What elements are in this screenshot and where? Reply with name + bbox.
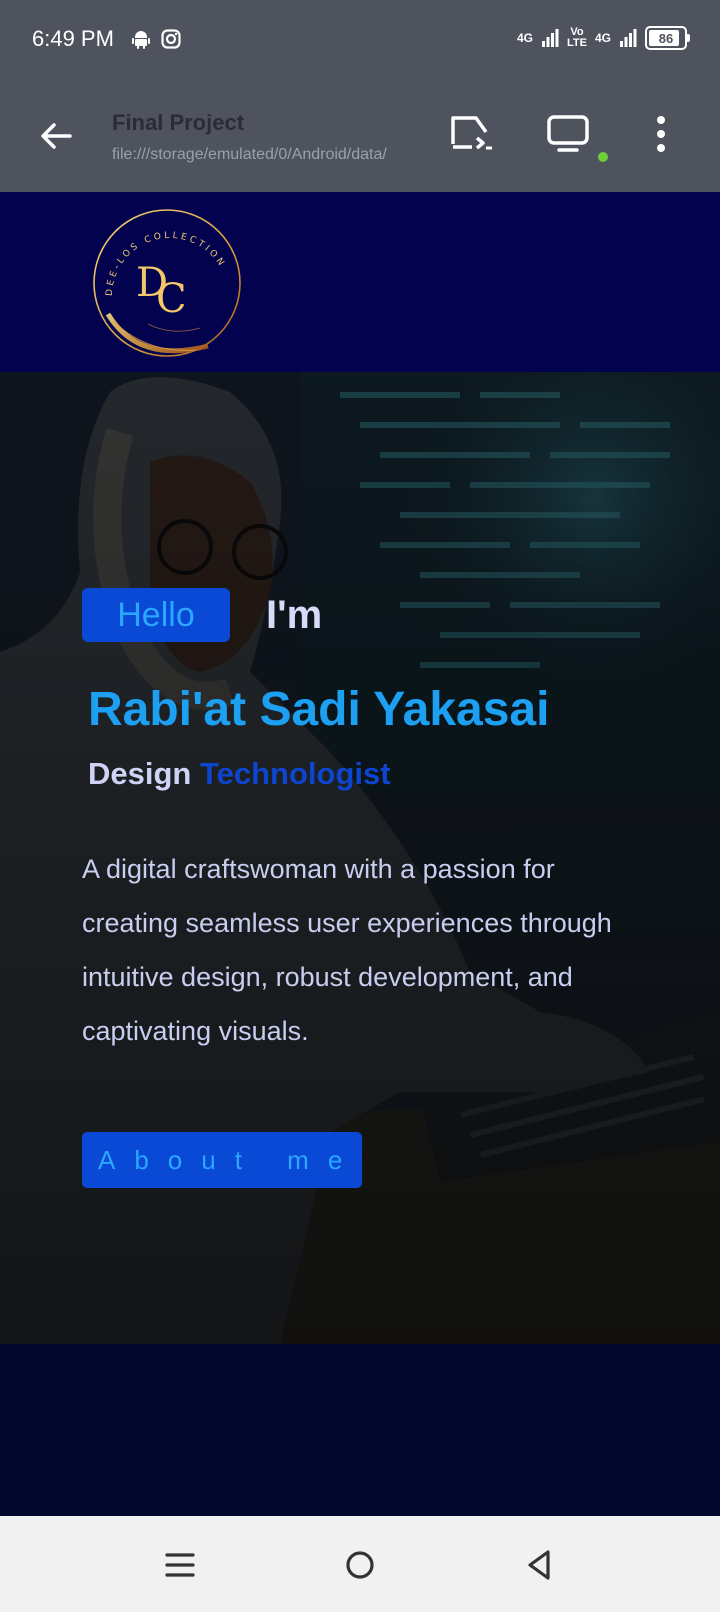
recents-icon[interactable] [157, 1542, 203, 1588]
instagram-icon [161, 29, 181, 49]
home-icon[interactable] [337, 1542, 383, 1588]
im-text: I'm [266, 593, 323, 637]
browser-app-bar: Final Project file:///storage/emulated/0… [0, 80, 720, 192]
signal-icon [542, 29, 559, 47]
signal-icon [620, 29, 637, 47]
cast-icon[interactable] [450, 114, 496, 154]
back-triangle-icon[interactable] [517, 1542, 563, 1588]
status-bar: 6:49 PM 4G Vo LTE 4G 86 [0, 0, 720, 80]
page-url: file:///storage/emulated/0/Android/data/ [112, 146, 387, 163]
svg-text:C: C [156, 276, 187, 322]
page-title: Final Project [112, 110, 245, 135]
network-type-2: 4G [594, 31, 611, 45]
hero-section: Hello I'm Rabi'at Sadi Yakasai Design Te… [0, 372, 720, 1344]
more-vert-icon[interactable] [654, 114, 668, 154]
job-title-part-1: Design [88, 756, 192, 791]
status-right-cluster: 4G Vo LTE 4G 86 [517, 26, 690, 50]
battery-level: 86 [658, 30, 674, 46]
active-indicator-dot [598, 152, 608, 162]
network-type-1: 4G [517, 31, 534, 45]
volte-indicator: Vo LTE [567, 26, 587, 49]
battery-icon: 86 [645, 26, 690, 50]
job-title: Design Technologist [88, 756, 391, 792]
system-nav-bar [0, 1516, 720, 1612]
android-icon [132, 31, 150, 49]
desktop-icon[interactable] [546, 114, 592, 154]
status-time: 6:49 PM [32, 26, 114, 51]
person-name: Rabi'at Sadi Yakasai [88, 683, 550, 736]
bio-paragraph: A digital craftswoman with a passion for… [82, 854, 612, 1046]
page-continuation [0, 1344, 720, 1516]
job-title-part-2: Technologist [199, 756, 391, 791]
about-me-button[interactable]: About me [82, 1132, 362, 1188]
hello-badge: Hello [82, 588, 230, 642]
back-arrow-icon[interactable] [36, 116, 76, 156]
site-header: DEE-LOS COLLECTION D C [0, 192, 720, 372]
dee-los-logo[interactable]: DEE-LOS COLLECTION D C [88, 204, 246, 362]
